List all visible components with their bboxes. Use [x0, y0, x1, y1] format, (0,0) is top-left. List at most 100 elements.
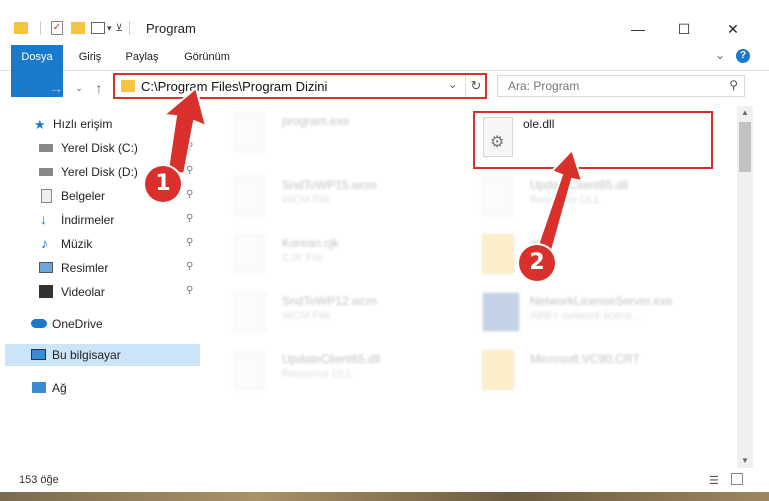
search-box[interactable]: Ara: Program ⚲: [497, 75, 745, 97]
folder-icon[interactable]: [14, 22, 28, 34]
address-bar[interactable]: C:\Program Files\Program Dizini ⌄ ↻: [113, 73, 487, 99]
list-item[interactable]: Korean.cjk CJK File: [220, 228, 460, 280]
list-item[interactable]: NetworkLicenseServer.exe ABBY network li…: [468, 286, 708, 338]
list-item[interactable]: SndToWP12.wcm WCM File: [220, 286, 460, 338]
sidebar-item-local-disk-c[interactable]: Yerel Disk (C:) ⚲: [0, 137, 200, 159]
file-icon: [234, 292, 266, 332]
tab-share[interactable]: Paylaş: [120, 45, 164, 69]
computer-icon: [31, 349, 46, 360]
pin-icon[interactable]: ⚲: [186, 237, 193, 248]
list-item-ole-dll[interactable]: ⚙ ole.dll: [473, 111, 713, 169]
refresh-button[interactable]: ↻: [465, 75, 486, 97]
file-type: Resource DLL: [282, 368, 353, 380]
sidebar-item-label: İndirmeler: [61, 213, 115, 227]
file-icon: [234, 234, 266, 274]
quick-access-toolbar: ✓ ▾ ⊻: [14, 18, 130, 38]
file-type: WCM File: [282, 194, 331, 206]
sidebar-item-network[interactable]: Ağ: [0, 377, 200, 399]
desktop-background-strip: [0, 492, 769, 501]
pin-icon[interactable]: ⚲: [186, 141, 193, 152]
address-row: ← → ⌄ ↑ C:\Program Files\Program Dizini …: [0, 71, 769, 103]
recent-locations-button[interactable]: ⌄: [70, 79, 88, 97]
file-type: CJK File: [282, 252, 324, 264]
new-folder-icon[interactable]: [71, 22, 85, 34]
chevron-down-icon[interactable]: ▾: [107, 23, 112, 34]
customize-toolbar-icon[interactable]: ⊻: [116, 23, 123, 34]
video-icon: [39, 285, 53, 298]
sidebar-item-label: OneDrive: [52, 317, 103, 331]
sidebar-item-label: Belgeler: [61, 189, 106, 203]
exe-file-icon: [234, 112, 266, 152]
file-type: Resource DLL: [530, 194, 601, 206]
music-icon: ♪: [41, 235, 48, 251]
folder-icon: [121, 80, 135, 92]
scroll-up-arrow[interactable]: ▲: [737, 106, 753, 120]
list-item[interactable]: Microsoft.VC90.CRT: [468, 344, 708, 396]
pin-icon[interactable]: ⚲: [186, 189, 193, 200]
file-name: program.exe: [282, 114, 350, 128]
chevron-down-icon[interactable]: ⌄: [448, 78, 457, 91]
file-name: SndToWP12.wcm: [282, 294, 377, 308]
properties-icon[interactable]: ✓: [51, 21, 63, 35]
list-item[interactable]: UpdateClient65.dll Resource DLL: [468, 170, 708, 222]
list-item[interactable]: SndToWP15.wcm WCM File: [220, 170, 460, 222]
file-name: UpdateClient65.dll: [530, 178, 629, 192]
item-count: 153 öğe: [19, 474, 59, 486]
star-icon: ★: [34, 117, 46, 132]
help-button[interactable]: ?: [736, 49, 750, 63]
up-button[interactable]: ↑: [90, 79, 108, 97]
status-bar: 153 öğe ☰: [0, 470, 769, 492]
sidebar-item-label: Yerel Disk (D:): [61, 165, 138, 179]
search-icon: ⚲: [729, 78, 738, 92]
sidebar-item-label: Resimler: [61, 261, 109, 275]
annotation-badge-1: 1: [145, 166, 181, 202]
drive-icon: [39, 168, 53, 176]
scroll-thumb[interactable]: [739, 122, 751, 172]
search-input[interactable]: Ara: Program: [508, 79, 579, 93]
sidebar-item-downloads[interactable]: ↓ İndirmeler ⚲: [0, 209, 200, 231]
folder-icon: [482, 234, 514, 274]
exe-file-icon: [482, 292, 520, 332]
divider: [128, 21, 130, 35]
scroll-down-arrow[interactable]: ▼: [737, 454, 753, 468]
drive-icon: [39, 144, 53, 152]
vertical-scrollbar[interactable]: ▲ ▼: [737, 106, 753, 468]
maximize-button[interactable]: ☐: [661, 18, 707, 40]
file-icon: [234, 176, 266, 216]
file-type: WCM File: [282, 310, 331, 322]
sidebar-item-pictures[interactable]: Resimler ⚲: [0, 257, 200, 279]
view-options-icon[interactable]: [91, 22, 105, 34]
sidebar-item-music[interactable]: ♪ Müzik ⚲: [0, 233, 200, 255]
sidebar-item-onedrive[interactable]: OneDrive: [0, 313, 200, 335]
pin-icon[interactable]: ⚲: [186, 285, 193, 296]
large-icons-view-icon[interactable]: [731, 473, 743, 485]
pin-icon[interactable]: ⚲: [186, 213, 193, 224]
address-path[interactable]: C:\Program Files\Program Dizini: [141, 79, 327, 94]
sidebar-item-label: Yerel Disk (C:): [61, 141, 138, 155]
pin-icon[interactable]: ⚲: [186, 261, 193, 272]
list-item[interactable]: program.exe: [220, 106, 460, 158]
back-button[interactable]: ←: [18, 79, 36, 97]
list-item[interactable]: UpdateClient65.dll Resource DLL: [220, 344, 460, 396]
dll-file-icon: [234, 350, 266, 390]
sidebar-item-this-pc[interactable]: Bu bilgisayar: [5, 344, 200, 366]
expand-ribbon-button[interactable]: ⌄: [715, 48, 725, 62]
file-list: program.exe ⚙ ole.dll SndToWP15.wcm WCM …: [210, 104, 737, 466]
sidebar-item-label: Hızlı erişim: [53, 117, 113, 131]
close-button[interactable]: ✕: [710, 18, 756, 40]
sidebar-item-label: Bu bilgisayar: [52, 348, 121, 362]
forward-button[interactable]: →: [47, 79, 65, 97]
pin-icon[interactable]: ⚲: [186, 165, 193, 176]
tab-home[interactable]: Giriş: [72, 45, 108, 69]
sidebar-item-quick-access[interactable]: ★ Hızlı erişim: [0, 113, 200, 135]
tab-view[interactable]: Görünüm: [178, 45, 236, 69]
list-item[interactable]: ajl: [468, 228, 708, 280]
dll-file-icon: ⚙: [483, 117, 513, 157]
details-view-icon[interactable]: ☰: [709, 474, 719, 487]
minimize-button[interactable]: —: [615, 18, 661, 40]
sidebar-item-videos[interactable]: Videolar ⚲: [0, 281, 200, 303]
file-name: Korean.cjk: [282, 236, 339, 250]
window-title: Program: [146, 21, 196, 36]
file-name: Microsoft.VC90.CRT: [530, 352, 640, 366]
gear-icon: ⚙: [490, 134, 505, 151]
